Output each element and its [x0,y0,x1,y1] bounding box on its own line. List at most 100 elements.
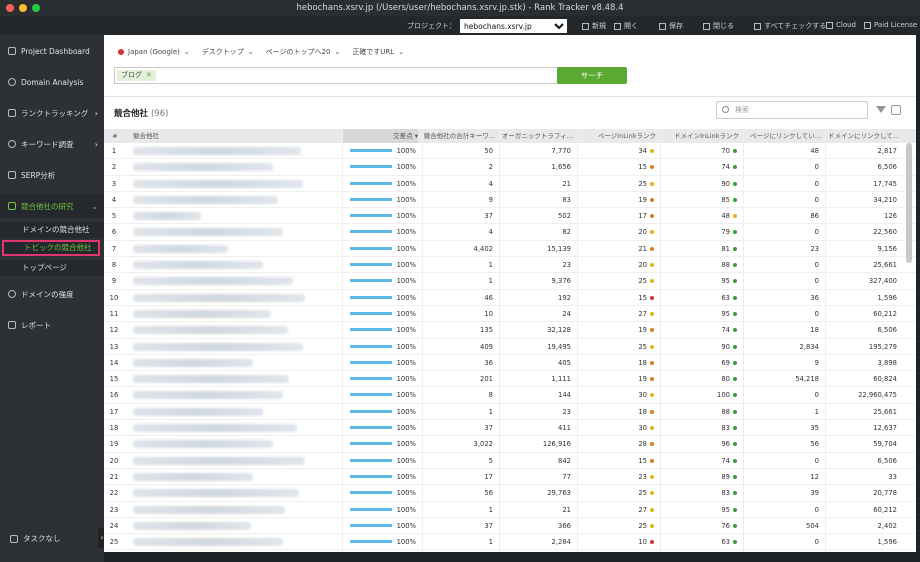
table-row[interactable]: 24 100% 37 366 25 76 504 2,402 [104,518,916,535]
depth-dropdown[interactable]: ページのトップへ20 ⌄ [266,47,341,57]
table-cell: 10 [484,309,493,318]
column-header[interactable]: オーガニックトラフィ... [499,129,573,143]
zoom-window-button[interactable] [32,4,40,12]
competitor-name-blurred[interactable] [133,261,263,270]
competitor-name-blurred[interactable] [133,342,303,351]
competitor-name-blurred[interactable] [133,505,285,514]
table-row[interactable]: 4 100% 9 83 19 85 0 34,210 [104,192,916,209]
table-row[interactable]: 20 100% 5 842 15 74 0 6,506 [104,453,916,469]
sidebar-item-domain-strength[interactable]: ドメインの強度 [0,282,104,306]
close-window-button[interactable] [6,4,14,12]
table-cell: 22,560 [873,228,897,237]
table-row[interactable]: 22 100% 56 29,763 25 83 39 20,778 [104,485,916,502]
competitor-name-blurred[interactable] [133,440,273,449]
sidebar-item-rank-tracking[interactable]: ランクトラッキング › [0,101,104,125]
table-row[interactable]: 19 100% 3,022 126,916 28 96 56 59,704 [104,436,916,453]
table-row[interactable]: 17 100% 1 23 18 88 1 25,661 [104,404,916,421]
competitor-name-blurred[interactable] [133,424,297,433]
sidebar-subitem-topic-competitors[interactable]: トピックの競合他社 [2,240,100,256]
column-header[interactable]: # [104,129,126,143]
competitor-name-blurred[interactable] [133,244,228,253]
table-row[interactable]: 15 100% 201 1,111 19 80 54,218 60,824 [104,371,916,388]
table-search-input[interactable]: 検索 [716,101,868,119]
competitor-name-blurred[interactable] [133,195,278,204]
competitor-name-blurred[interactable] [133,472,253,481]
close-button[interactable]: 閉じる [703,21,734,31]
competitor-name-blurred[interactable] [133,489,299,498]
table-row[interactable]: 7 100% 4,402 15,139 21 81 23 9,156 [104,241,916,258]
keyword-tag[interactable]: ブログ ✕ [117,70,156,81]
table-row[interactable]: 10 100% 46 192 15 63 36 1,596 [104,290,916,306]
competitor-name-blurred[interactable] [133,391,283,400]
competitor-name-blurred[interactable] [133,326,288,335]
device-dropdown[interactable]: デスクトップ ⌄ [202,47,254,57]
country-dropdown[interactable]: Japan (Google) ⌄ [118,47,190,57]
sidebar-item-domain-analysis[interactable]: Domain Analysis [0,70,104,94]
sidebar-subitem-domain-competitors[interactable]: ドメインの競合他社 [0,222,104,238]
table-row[interactable]: 21 100% 17 77 23 89 12 33 [104,469,916,486]
cloud-button[interactable]: Cloud [826,21,856,29]
table-row[interactable]: 9 100% 1 9,376 25 95 0 327,400 [104,273,916,290]
sidebar-item-project-dashboard[interactable]: Project Dashboard [0,39,104,63]
match-dropdown[interactable]: 正確ですURL ⌄ [352,47,404,57]
check-all-button[interactable]: すべてチェックする [754,21,826,31]
table-row[interactable]: 8 100% 1 23 20 88 0 25,661 [104,257,916,274]
table-row[interactable]: 18 100% 37 411 30 83 35 12,637 [104,420,916,437]
remove-tag-icon[interactable]: ✕ [146,70,152,81]
competitor-name-blurred[interactable] [133,212,201,221]
sidebar-subitem-top-pages[interactable]: トップページ [0,260,104,276]
new-button[interactable]: 新規 [582,21,606,31]
sidebar-item-reports[interactable]: レポート [0,313,104,337]
save-button[interactable]: 保存 [659,21,683,31]
column-header[interactable]: ドメインにリンクして... [825,129,899,143]
window-controls [6,4,40,12]
competitor-name-blurred[interactable] [133,407,263,416]
column-header[interactable]: ページにリンクしてい... [743,129,821,143]
keyword-input[interactable]: ブログ ✕ [114,67,580,84]
table-row[interactable]: 13 100% 409 19,495 25 90 2,834 195,279 [104,339,916,355]
vertical-scrollbar[interactable] [906,143,912,263]
export-icon[interactable] [891,105,901,115]
competitor-name-blurred[interactable] [133,538,283,547]
table-row[interactable]: 5 100% 37 502 17 48 86 126 [104,208,916,225]
table-row[interactable]: 16 100% 8 144 30 100 0 22,960,475 [104,387,916,404]
filter-icon[interactable] [876,106,886,113]
competitor-name-blurred[interactable] [133,456,305,465]
table-row[interactable]: 6 100% 4 82 20 79 0 22,560 [104,224,916,241]
competitor-name-blurred[interactable] [133,358,253,367]
table-cell: 30 [577,387,654,403]
competitor-name-blurred[interactable] [133,293,305,302]
competitor-name-blurred[interactable] [133,375,289,384]
minimize-window-button[interactable] [19,4,27,12]
table-cell: 69 [660,355,737,371]
task-status[interactable]: タスクなし [10,533,61,544]
table-row[interactable]: 1 100% 50 7,770 34 70 48 2,817 [104,143,916,160]
column-header[interactable]: ドメインInLinkランク [660,129,739,143]
sidebar-item-keyword-research[interactable]: キーワード調査 › [0,132,104,156]
competitor-name-blurred[interactable] [133,309,271,318]
sidebar-item-serp-analysis[interactable]: SERP分析 [0,163,104,187]
competitor-name-blurred[interactable] [133,277,293,286]
table-row[interactable]: 11 100% 10 24 27 95 0 60,212 [104,306,916,323]
competitor-name-blurred[interactable] [133,228,283,237]
competitor-name-blurred[interactable] [133,163,273,172]
column-header[interactable]: 競合他社の合計キーワ... [422,129,495,143]
license-button[interactable]: Paid License [864,21,917,29]
table-row[interactable]: 3 100% 4 21 25 90 0 17,745 [104,176,916,192]
table-row[interactable]: 23 100% 1 21 27 95 0 60,212 [104,502,916,518]
project-select[interactable]: hebochans.xsrv.jp [460,19,567,33]
table-row[interactable]: 12 100% 135 32,128 19 74 18 6,506 [104,322,916,339]
competitor-name-blurred[interactable] [133,521,251,530]
table-row[interactable]: 14 100% 36 405 18 69 9 3,898 [104,355,916,372]
column-header[interactable]: ページInLinkランク [577,129,656,143]
search-button[interactable]: サーチ [557,67,627,84]
column-header[interactable]: 競合他社 [133,129,339,143]
column-header[interactable]: 交差点 ▾ [342,129,418,143]
table-row[interactable]: 2 100% 2 1,656 15 74 0 6,506 [104,159,916,176]
competitor-name-blurred[interactable] [133,147,301,155]
table-row[interactable]: 25 100% 1 2,284 10 63 0 1,596 [104,534,916,551]
sidebar-item-competitor-research[interactable]: 競合他社の研究 ⌄ [0,194,104,218]
rank-status-dot [650,426,654,431]
open-button[interactable]: 開く [614,21,638,31]
competitor-name-blurred[interactable] [133,179,303,188]
